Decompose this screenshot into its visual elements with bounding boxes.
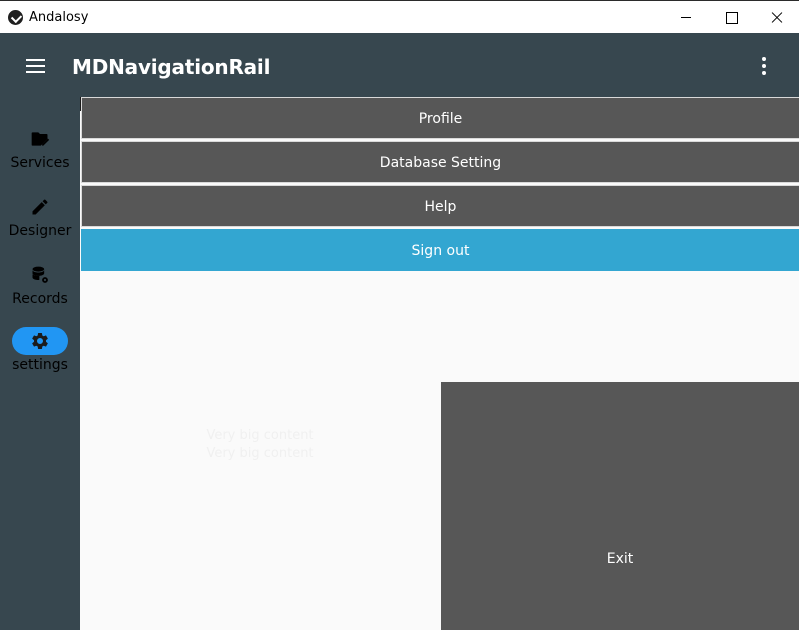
rail-item-label: Services	[10, 155, 70, 171]
rail-item-settings-indicator	[12, 327, 68, 355]
gear-icon	[32, 332, 48, 349]
window-title-bar: Andalosy	[0, 0, 799, 33]
rail-item-settings[interactable]: settings	[0, 327, 80, 391]
pencil-icon	[32, 199, 48, 215]
rail-item-designer[interactable]: Designer	[0, 193, 80, 257]
close-button[interactable]	[753, 1, 799, 34]
folder-edit-icon	[31, 132, 50, 146]
rail-item-label: settings	[12, 357, 68, 373]
window-title: Andalosy	[29, 10, 89, 25]
rail-item-services[interactable]: Services	[0, 125, 80, 189]
exit-button[interactable]: Exit	[441, 382, 799, 630]
rail-item-records-indicator	[12, 261, 68, 289]
navigation-rail: Services Designer Records settings	[0, 97, 80, 630]
sign-out-button[interactable]: Sign out	[81, 229, 799, 271]
rail-item-designer-indicator	[12, 193, 68, 221]
profile-button[interactable]: Profile	[81, 97, 799, 139]
rail-item-records[interactable]: Records	[0, 261, 80, 325]
rail-item-services-indicator	[12, 125, 68, 153]
rail-item-label: Records	[12, 291, 68, 307]
database-cog-icon	[32, 266, 48, 283]
dots-vertical-icon[interactable]	[752, 53, 776, 79]
help-button[interactable]: Help	[81, 185, 799, 227]
rail-item-label: Designer	[8, 223, 72, 239]
top-app-bar: MDNavigationRail	[0, 33, 799, 97]
app-bar-title: MDNavigationRail	[72, 55, 271, 79]
minimize-button[interactable]	[663, 1, 709, 34]
big-content-line: Very big content	[206, 428, 314, 443]
menu-icon[interactable]	[18, 53, 54, 79]
big-content-text: Very big content Very big content	[175, 427, 345, 463]
app-logo-icon	[8, 10, 23, 25]
database-setting-button[interactable]: Database Setting	[81, 141, 799, 183]
maximize-button[interactable]	[708, 1, 754, 34]
big-content-line: Very big content	[206, 446, 314, 461]
exit-label: Exit	[606, 551, 634, 567]
